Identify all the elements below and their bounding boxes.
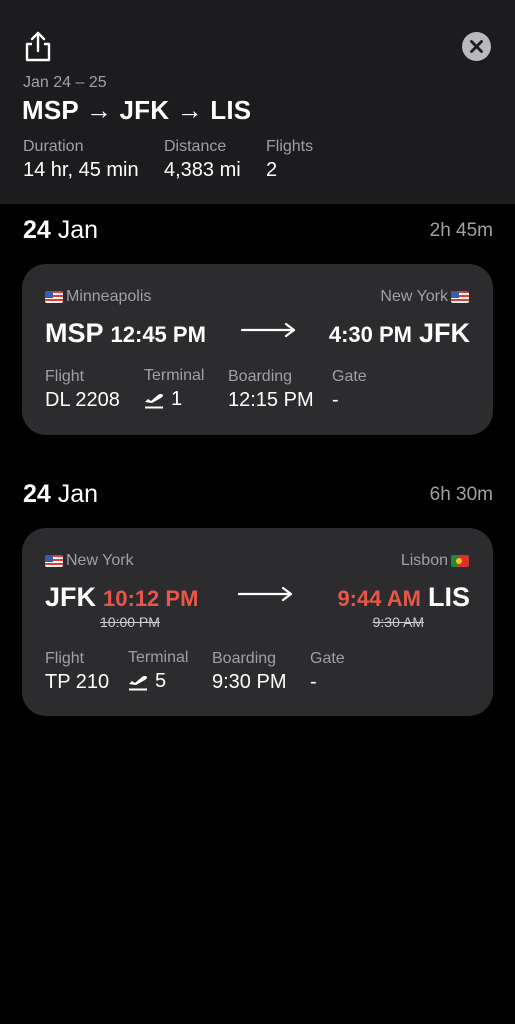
- origin-code: JFK: [45, 582, 97, 612]
- arrival-time-delayed: 9:44 AM: [337, 586, 421, 611]
- flight-value: TP 210: [45, 671, 110, 693]
- trip-header: Jan 24 – 25 MSP → JFK → LIS Duration 14 …: [0, 0, 515, 204]
- arrival-time: 4:30 PM: [328, 322, 412, 347]
- leg-duration: 6h 30m: [429, 484, 493, 505]
- flag-us-icon: [451, 291, 469, 303]
- flight-number: Flight TP 210: [45, 650, 109, 694]
- stat-distance-value: 4,383 mi: [164, 159, 241, 181]
- stat-flights-value: 2: [266, 159, 278, 181]
- boarding-label: Boarding: [228, 368, 293, 385]
- leg-month: Jan: [57, 216, 99, 244]
- flight-number: Flight DL 2208: [45, 368, 120, 412]
- boarding-value: 12:15 PM: [228, 389, 314, 411]
- arrival: 9:44 AM LIS: [337, 582, 470, 613]
- stat-distance-label: Distance: [164, 138, 227, 155]
- leg-date: 24 Jan: [23, 480, 98, 509]
- departure: JFK 10:12 PM: [45, 582, 198, 613]
- arrival-time-original: 9:30 AM: [372, 614, 424, 630]
- stat-duration: Duration 14 hr, 45 min: [23, 138, 139, 182]
- flight-label: Flight: [45, 650, 85, 667]
- destination-city-label: New York: [380, 288, 448, 305]
- flight-label: Flight: [45, 368, 85, 385]
- terminal-value: 1: [171, 388, 183, 410]
- departure-time-original: 10:00 PM: [100, 614, 160, 630]
- stat-duration-label: Duration: [23, 138, 84, 155]
- gate-label: Gate: [310, 650, 345, 667]
- boarding-value: 9:30 PM: [212, 671, 287, 693]
- terminal-value: 5: [155, 670, 167, 692]
- destination-city-label: Lisbon: [400, 552, 448, 569]
- destination-city: Lisbon: [401, 552, 469, 570]
- arrival: 4:30 PM JFK: [329, 318, 470, 349]
- gate: Gate -: [332, 368, 367, 412]
- stat-flights: Flights 2: [266, 138, 313, 182]
- leg-date: 24 Jan: [23, 216, 98, 245]
- leg-date-row: 24 Jan 2h 45m: [23, 216, 493, 248]
- plane-departure-icon: [129, 675, 148, 690]
- boarding-label: Boarding: [212, 650, 277, 667]
- departure: MSP 12:45 PM: [45, 318, 206, 349]
- leg-date-row: 24 Jan 6h 30m: [23, 480, 493, 512]
- leg-month: Jan: [57, 480, 99, 508]
- origin-city-label: Minneapolis: [66, 288, 152, 305]
- destination-city: New York: [380, 288, 469, 306]
- trip-route: MSP → JFK → LIS: [22, 95, 252, 125]
- boarding: Boarding 12:15 PM: [228, 368, 314, 412]
- origin-city: New York: [45, 552, 134, 570]
- departure-time: 12:45 PM: [110, 322, 206, 347]
- flight-card[interactable]: New York Lisbon JFK 10:12 PM 10:00 PM 9:…: [22, 528, 493, 716]
- arrow-right-icon: [241, 322, 296, 338]
- plane-departure-icon: [145, 393, 164, 408]
- flag-us-icon: [45, 555, 63, 567]
- flight-card[interactable]: Minneapolis New York MSP 12:45 PM 4:30 P…: [22, 264, 493, 435]
- origin-city: Minneapolis: [45, 288, 151, 306]
- destination-code: JFK: [418, 318, 470, 348]
- terminal: Terminal 5: [128, 649, 188, 693]
- stat-flights-label: Flights: [266, 138, 314, 155]
- gate-value: -: [310, 671, 317, 693]
- trip-dates: Jan 24 – 25: [23, 74, 107, 91]
- boarding: Boarding 9:30 PM: [212, 650, 286, 694]
- flight-value: DL 2208: [45, 389, 120, 411]
- flag-pt-icon: [451, 555, 469, 567]
- terminal-label: Terminal: [144, 367, 205, 384]
- destination-code: LIS: [427, 582, 470, 612]
- stat-duration-value: 14 hr, 45 min: [23, 159, 139, 181]
- stat-distance: Distance 4,383 mi: [164, 138, 241, 182]
- arrow-right-icon: [238, 586, 293, 602]
- origin-city-label: New York: [66, 552, 134, 569]
- gate: Gate -: [310, 650, 345, 694]
- close-icon[interactable]: [462, 32, 491, 61]
- departure-time-delayed: 10:12 PM: [103, 586, 199, 611]
- gate-value: -: [332, 389, 339, 411]
- leg-day-number: 24: [23, 480, 51, 508]
- leg-duration: 2h 45m: [429, 220, 493, 241]
- origin-code: MSP: [45, 318, 104, 348]
- leg-day-number: 24: [23, 216, 51, 244]
- share-icon[interactable]: [22, 30, 54, 64]
- gate-label: Gate: [332, 368, 367, 385]
- flag-us-icon: [45, 291, 63, 303]
- terminal-label: Terminal: [128, 649, 189, 666]
- terminal: Terminal 1: [144, 367, 204, 411]
